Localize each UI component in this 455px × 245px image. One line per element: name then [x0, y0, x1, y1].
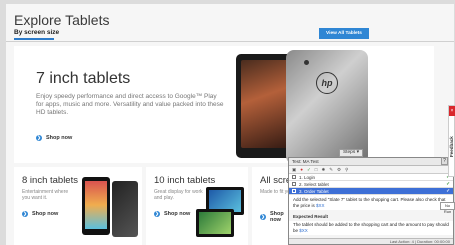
hero-banner: 7 inch tablets Enjoy speedy performance … — [14, 46, 434, 164]
search-icon[interactable]: ⚲ — [345, 167, 348, 173]
header-divider — [6, 41, 454, 42]
shop-now-label: Shop now — [46, 135, 73, 141]
fail-icon[interactable]: ● — [300, 167, 303, 172]
arrow-circle-icon: ❯ — [22, 211, 28, 217]
hero-shop-now-link[interactable]: ❯ Shop now — [36, 135, 72, 141]
save-icon[interactable]: ▣ — [292, 167, 296, 173]
hero-description: Enjoy speedy performance and direct acce… — [36, 93, 224, 117]
hero-title: 7 inch tablets — [36, 70, 131, 87]
step-label: 2. Select tablet — [299, 181, 329, 187]
shop-now-label: Shop now — [164, 211, 191, 217]
settings-icon[interactable]: ⚙ — [337, 167, 341, 173]
pass-icon[interactable]: ✓ — [307, 167, 311, 173]
step-status-icon — [292, 189, 296, 193]
check-icon: ✓ — [446, 188, 450, 193]
page-title: Explore Tablets — [14, 12, 110, 28]
card-10-inch: 10 inch tablets Great display for work a… — [146, 167, 248, 245]
tester-title: Test: MA Test — [292, 159, 319, 164]
bug-icon[interactable]: ✸ — [321, 167, 325, 173]
tablet-back-image: hp — [286, 50, 368, 164]
price-link[interactable]: $XX — [316, 203, 325, 208]
card-description: Entertainment where you want it. — [22, 189, 69, 202]
step-status-icon — [292, 175, 296, 179]
expected-result: The tablet should be added to the shoppi… — [289, 221, 453, 235]
screenshot-icon[interactable]: □ — [315, 167, 318, 172]
feedback-tab[interactable]: × Feedback — [448, 105, 455, 177]
feedback-label: Feedback — [449, 136, 454, 158]
card-shop-now-link[interactable]: ❯ Shop now — [22, 211, 58, 217]
close-icon[interactable]: × — [449, 106, 455, 116]
steps-tray-tab[interactable]: Steps ▾ — [339, 149, 363, 157]
step-status-icon — [292, 182, 296, 186]
check-icon: ✓ — [446, 181, 450, 186]
step-instructions: Add the selected "Slate 7" tablet to the… — [289, 195, 453, 210]
card-8-inch: 8 inch tablets Entertainment where you w… — [14, 167, 142, 245]
test-step[interactable]: 1. Login ✓ — [289, 174, 453, 181]
card-title: 8 inch tablets — [22, 175, 78, 186]
test-step[interactable]: 2. Select tablet ✓ — [289, 181, 453, 188]
comment-icon[interactable]: ✎ — [329, 167, 333, 173]
view-all-tablets-button[interactable]: View All Tablets — [319, 28, 369, 39]
tablet-image — [82, 177, 110, 235]
amount-link[interactable]: $XX — [299, 228, 308, 233]
tablet-back-image — [112, 181, 138, 237]
card-description: Great display for work and play. — [154, 189, 203, 202]
card-title: 10 inch tablets — [154, 175, 216, 186]
tab-by-screen-size[interactable]: By screen size — [14, 29, 59, 36]
hp-logo-icon: hp — [316, 72, 338, 94]
step-label: 1. Login — [299, 174, 316, 180]
tester-toolbar: ▣ ● ✓ □ ✸ ✎ ⚙ ⚲ — [289, 166, 453, 174]
shop-now-label: Shop now — [32, 211, 59, 217]
help-button[interactable]: ? — [441, 157, 448, 165]
tablet-image — [196, 209, 234, 237]
tester-title-bar: Test: MA Test ✕ — [289, 158, 453, 166]
manual-test-runner-panel: Test: MA Test ✕ ▣ ● ✓ □ ✸ ✎ ⚙ ⚲ 1. Login… — [288, 157, 454, 245]
test-step-active[interactable]: 3. Order Tablet ✓ — [289, 188, 453, 195]
step-label: 3. Order Tablet — [299, 188, 329, 194]
chevron-down-icon: ▾ — [356, 150, 360, 155]
expected-result-heading: Expected Result — [293, 214, 329, 219]
tester-status-bar: Last Action: 4 | Duration: 00:00:00 — [289, 238, 453, 244]
arrow-circle-icon: ❯ — [260, 214, 266, 220]
expected-result-text: The tablet should be added to the shoppi… — [293, 222, 449, 233]
arrow-circle-icon: ❯ — [36, 135, 42, 141]
card-shop-now-link[interactable]: ❯ Shop now — [154, 211, 190, 217]
steps-tray-label: Steps — [342, 150, 356, 155]
no-run-button[interactable]: No Run — [440, 202, 455, 214]
arrow-circle-icon: ❯ — [154, 211, 160, 217]
camera-icon — [304, 60, 309, 65]
active-tab-indicator — [14, 38, 54, 40]
